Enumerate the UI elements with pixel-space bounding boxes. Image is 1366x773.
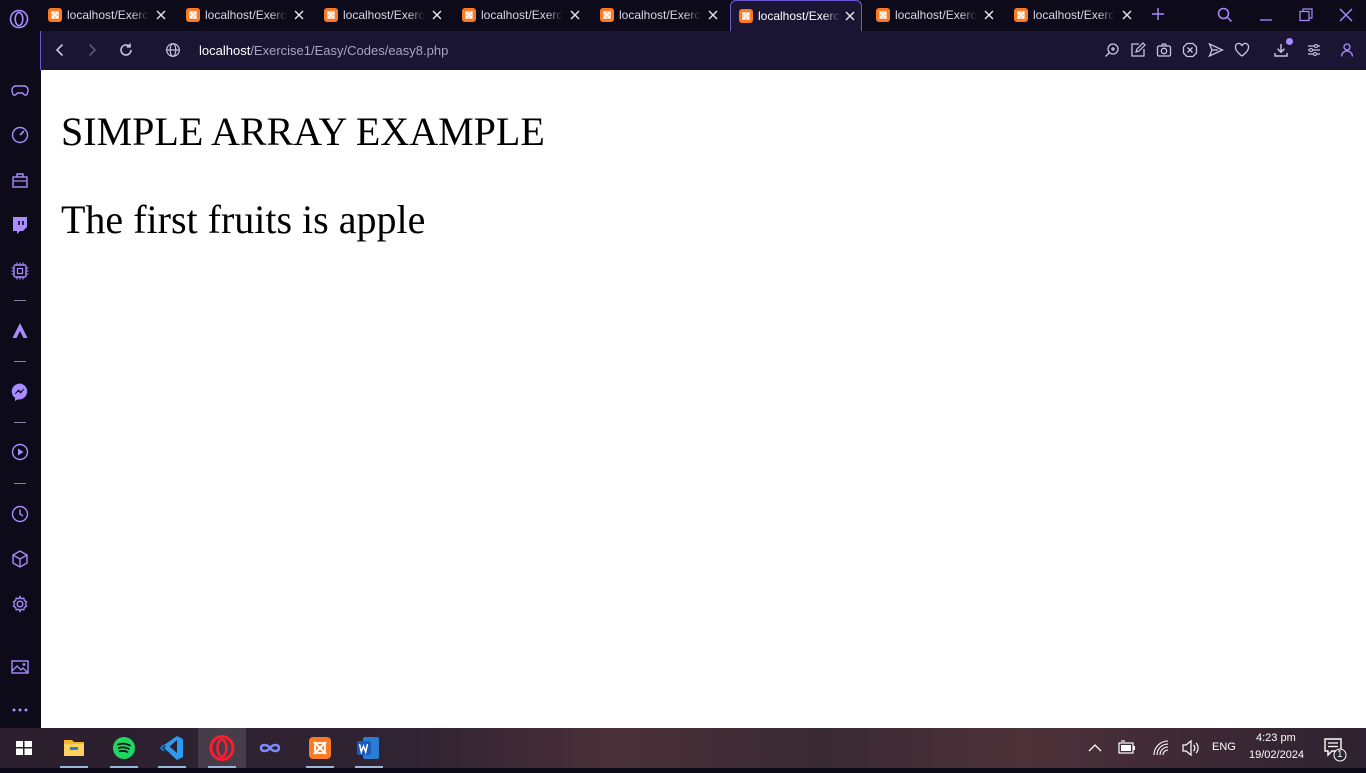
clock-date[interactable]: 19/02/2024 bbox=[1249, 749, 1304, 761]
ad-blocker-icon[interactable] bbox=[1182, 42, 1198, 58]
tab-title: localhost/Exercise1/Easy/Codes/easy8.php bbox=[758, 9, 840, 23]
xampp-favicon-icon bbox=[600, 8, 614, 22]
tab-title: localhost/Exercise1/Easy/Codes/easy8.php bbox=[481, 8, 563, 22]
show-hidden-icons-chevron-icon[interactable] bbox=[1086, 728, 1104, 768]
sidebar bbox=[0, 31, 40, 728]
notification-center-icon[interactable] bbox=[1320, 728, 1350, 768]
start-icon[interactable] bbox=[0, 728, 48, 768]
snapshot-camera-icon[interactable] bbox=[1156, 42, 1172, 58]
music-player-icon[interactable] bbox=[10, 442, 30, 462]
url-path: /Exercise1/Easy/Codes/easy8.php bbox=[250, 43, 449, 58]
navigation-bar: localhost/Exercise1/Easy/Codes/easy8.php bbox=[40, 31, 1366, 70]
browser-tab[interactable]: localhost/Exercise1/Easy/Codes/easy8.php bbox=[316, 0, 448, 31]
browser-tab[interactable]: localhost/Exercise1/Easy/Codes/easy8.php bbox=[730, 0, 862, 31]
tab-search-icon[interactable] bbox=[1217, 7, 1233, 23]
word-icon[interactable] bbox=[345, 728, 393, 768]
xampp-favicon-icon bbox=[739, 9, 753, 23]
spotify-icon[interactable] bbox=[100, 728, 148, 768]
chip-icon[interactable] bbox=[10, 261, 30, 281]
xampp-favicon-icon bbox=[324, 8, 338, 22]
tab-title: localhost/Exercise1/Easy/Codes/easy8.php bbox=[343, 8, 425, 22]
windows-taskbar: ENG 4:23 pm 19/02/2024 1 bbox=[0, 728, 1366, 768]
aria-ai-icon[interactable] bbox=[10, 321, 30, 341]
browser-tab[interactable]: localhost/Exercise1/Easy/Codes/easy8.php bbox=[868, 0, 1000, 31]
page-body-text: The first fruits is apple bbox=[61, 197, 426, 242]
browser-tab[interactable]: localhost/Exercise1/Easy/Codes/easy8.php bbox=[592, 0, 724, 31]
speed-dial-icon[interactable] bbox=[10, 125, 30, 145]
edit-icon[interactable] bbox=[1130, 42, 1146, 58]
xampp-favicon-icon bbox=[462, 8, 476, 22]
close-tab-icon[interactable] bbox=[154, 8, 168, 22]
site-info-globe-icon[interactable] bbox=[165, 42, 181, 58]
xampp-favicon-icon bbox=[186, 8, 200, 22]
tab-strip: localhost/Exercise1/Easy/Codes/easy8.php… bbox=[0, 0, 1366, 31]
clock-time[interactable]: 4:23 pm bbox=[1256, 732, 1296, 744]
tab-title: localhost/Exercise1/Easy/Codes/easy8.php bbox=[205, 8, 287, 22]
battery-icon[interactable] bbox=[1117, 728, 1137, 768]
sidebar-divider bbox=[14, 300, 26, 301]
restore-icon[interactable] bbox=[1298, 7, 1314, 23]
twitch-icon[interactable] bbox=[10, 215, 30, 235]
close-tab-icon[interactable] bbox=[706, 8, 720, 22]
xampp-favicon-icon bbox=[48, 8, 62, 22]
close-tab-icon[interactable] bbox=[292, 8, 306, 22]
sidebar-divider bbox=[14, 483, 26, 484]
browser-tab[interactable]: localhost/Exercise1/Easy/Codes/easy8.php bbox=[1006, 0, 1138, 31]
shopping-bag-icon[interactable] bbox=[10, 170, 30, 190]
zoom-icon[interactable] bbox=[1104, 42, 1120, 58]
vscode-icon[interactable] bbox=[148, 728, 196, 768]
send-icon[interactable] bbox=[1208, 42, 1225, 58]
opera-icon[interactable] bbox=[198, 728, 246, 768]
volume-icon[interactable] bbox=[1181, 728, 1201, 768]
infinity-icon[interactable] bbox=[246, 728, 294, 768]
web-page-content: SIMPLE ARRAY EXAMPLE The first fruits is… bbox=[41, 70, 1366, 728]
easy-setup-icon[interactable] bbox=[1306, 42, 1322, 58]
file-explorer-icon[interactable] bbox=[50, 728, 98, 768]
browser-tab[interactable]: localhost/Exercise1/Easy/Codes/easy8.php bbox=[178, 0, 310, 31]
wallpaper-gallery-icon[interactable] bbox=[10, 657, 30, 677]
opera-menu-icon[interactable] bbox=[9, 9, 29, 29]
minimize-icon[interactable] bbox=[1258, 7, 1274, 23]
close-tab-icon[interactable] bbox=[843, 9, 857, 23]
history-clock-icon[interactable] bbox=[10, 504, 30, 524]
close-tab-icon[interactable] bbox=[568, 8, 582, 22]
page-heading: SIMPLE ARRAY EXAMPLE bbox=[61, 109, 545, 154]
gaming-controller-icon[interactable] bbox=[10, 80, 30, 100]
messenger-icon[interactable] bbox=[10, 382, 30, 402]
settings-gear-icon[interactable] bbox=[10, 594, 30, 614]
sidebar-divider bbox=[14, 361, 26, 362]
heart-bookmark-icon[interactable] bbox=[1234, 42, 1250, 58]
wifi-icon[interactable] bbox=[1151, 728, 1171, 768]
forward-icon[interactable] bbox=[84, 42, 100, 58]
more-options-icon[interactable] bbox=[10, 700, 30, 720]
xampp-favicon-icon bbox=[1014, 8, 1028, 22]
tab-title: localhost/Exercise1/Easy/Codes/easy8.php bbox=[895, 8, 977, 22]
extensions-cube-icon[interactable] bbox=[10, 549, 30, 569]
input-language[interactable]: ENG bbox=[1212, 741, 1236, 753]
download-badge bbox=[1286, 38, 1293, 45]
url-host: localhost bbox=[199, 43, 251, 58]
reload-icon[interactable] bbox=[118, 42, 134, 58]
xampp-icon[interactable] bbox=[296, 728, 344, 768]
close-tab-icon[interactable] bbox=[430, 8, 444, 22]
tab-title: localhost/Exercise1/Easy/Codes/easy8.php bbox=[1033, 8, 1115, 22]
notification-count: 1 bbox=[1337, 749, 1343, 760]
browser-tab[interactable]: localhost/Exercise1/Easy/Codes/easy8.php bbox=[454, 0, 586, 31]
back-icon[interactable] bbox=[52, 42, 68, 58]
profile-icon[interactable] bbox=[1339, 42, 1355, 58]
address-bar[interactable]: localhost/Exercise1/Easy/Codes/easy8.php bbox=[199, 43, 448, 58]
close-window-icon[interactable] bbox=[1338, 7, 1354, 23]
browser-tab[interactable]: localhost/Exercise1/Easy/Codes/easy8.php bbox=[40, 0, 172, 31]
close-tab-icon[interactable] bbox=[982, 8, 996, 22]
tab-title: localhost/Exercise1/Easy/Codes/easy8.php bbox=[67, 8, 149, 22]
xampp-favicon-icon bbox=[876, 8, 890, 22]
tab-title: localhost/Exercise1/Easy/Codes/easy8.php bbox=[619, 8, 701, 22]
new-tab-icon[interactable] bbox=[1151, 7, 1165, 21]
close-tab-icon[interactable] bbox=[1120, 8, 1134, 22]
sidebar-divider bbox=[14, 422, 26, 423]
